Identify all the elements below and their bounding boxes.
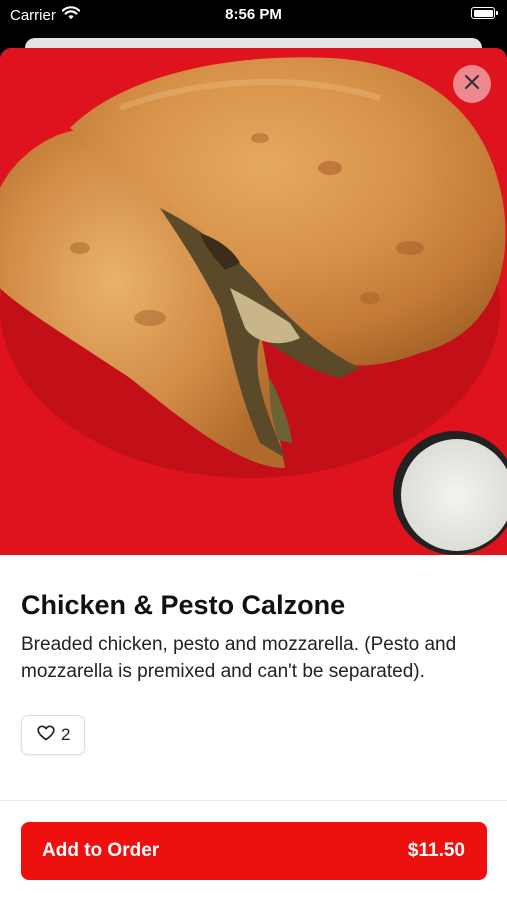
add-to-order-label: Add to Order: [42, 840, 160, 861]
calzone-illustration: [0, 48, 507, 555]
item-detail-sheet: Chicken & Pesto Calzone Breaded chicken,…: [0, 48, 507, 900]
close-button[interactable]: [453, 65, 491, 103]
calzone-photo: [0, 48, 507, 555]
item-description: Breaded chicken, pesto and mozzarella. (…: [21, 634, 457, 682]
heart-icon: [37, 724, 55, 746]
screen: Carrier 8:56 PM Chicken & Pesto Calzone …: [0, 0, 507, 900]
close-icon: [464, 74, 480, 95]
status-bar: Carrier 8:56 PM: [0, 0, 507, 30]
like-button[interactable]: 2: [21, 715, 86, 755]
price-label: $11.50: [407, 840, 465, 861]
status-time: 8:56 PM: [225, 6, 282, 23]
like-count: 2: [61, 725, 71, 744]
item-title: Chicken & Pesto Calzone: [21, 590, 346, 620]
item-content: Chicken & Pesto Calzone Breaded chicken,…: [0, 589, 507, 755]
divider: [0, 800, 507, 801]
battery-icon: [471, 7, 498, 19]
add-to-order-button[interactable]: Add to Order $11.50: [21, 822, 487, 880]
